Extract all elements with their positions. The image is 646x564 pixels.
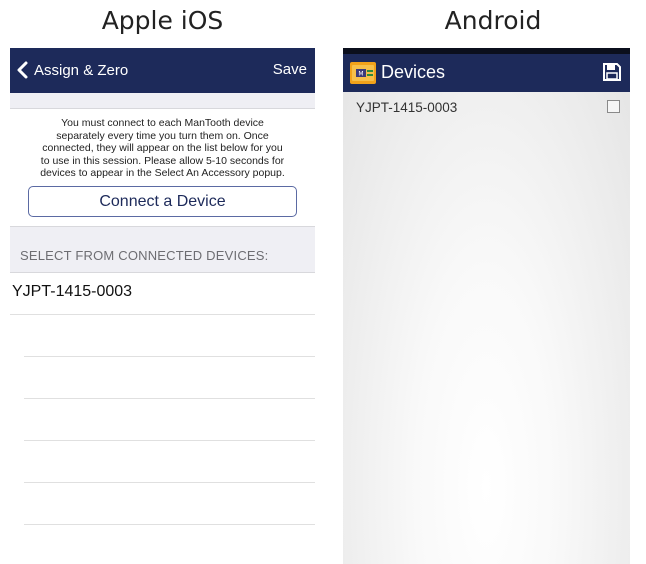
chevron-left-icon: [17, 61, 28, 79]
svg-text:M: M: [358, 71, 363, 78]
section-header-label: SELECT FROM CONNECTED DEVICES:: [20, 247, 269, 263]
device-row[interactable]: YJPT-1415-0003: [10, 273, 315, 315]
instruction-line: devices to appear in the Select An Acces…: [40, 167, 285, 179]
android-screen: M Devices YJPT-1415-0003: [343, 48, 630, 564]
android-caption: Android: [444, 6, 542, 35]
instruction-line: to use in this session. Please allow 5-1…: [40, 154, 285, 167]
instruction-line: connected, they will appear on the list …: [42, 142, 283, 154]
ios-screen: Assign & Zero Save You must connect to e…: [10, 48, 315, 558]
connect-device-button[interactable]: Connect a Device: [28, 185, 297, 217]
ios-caption: Apple iOS: [101, 6, 224, 35]
section-header: SELECT FROM CONNECTED DEVICES:: [10, 225, 315, 273]
checkbox-icon[interactable]: [607, 100, 620, 113]
empty-row: [24, 483, 315, 525]
app-logo-icon: M: [350, 62, 376, 84]
back-button[interactable]: Assign & Zero: [12, 59, 128, 81]
device-name: YJPT-1415-0003: [356, 100, 458, 115]
empty-row: [24, 399, 315, 441]
ios-spacer: [10, 93, 315, 109]
back-button-label: Assign & Zero: [34, 61, 129, 79]
connection-instructions: You must connect to each ManTooth device…: [10, 109, 315, 180]
empty-row: [24, 441, 315, 483]
device-name: YJPT-1415-0003: [12, 282, 133, 300]
save-disk-icon[interactable]: [602, 62, 622, 82]
device-row[interactable]: YJPT-1415-0003: [343, 92, 630, 120]
connected-devices-list: YJPT-1415-0003: [10, 273, 315, 525]
instruction-line: You must connect to each ManTooth device: [61, 117, 264, 129]
ios-navigation-bar: Assign & Zero Save: [10, 48, 315, 93]
instruction-line: separately every time you turn them on. …: [56, 129, 269, 142]
android-action-bar: M Devices: [343, 54, 630, 92]
empty-row: [24, 357, 315, 399]
page-title: Devices: [381, 62, 446, 82]
save-button[interactable]: Save: [273, 61, 307, 78]
empty-row: [24, 315, 315, 357]
